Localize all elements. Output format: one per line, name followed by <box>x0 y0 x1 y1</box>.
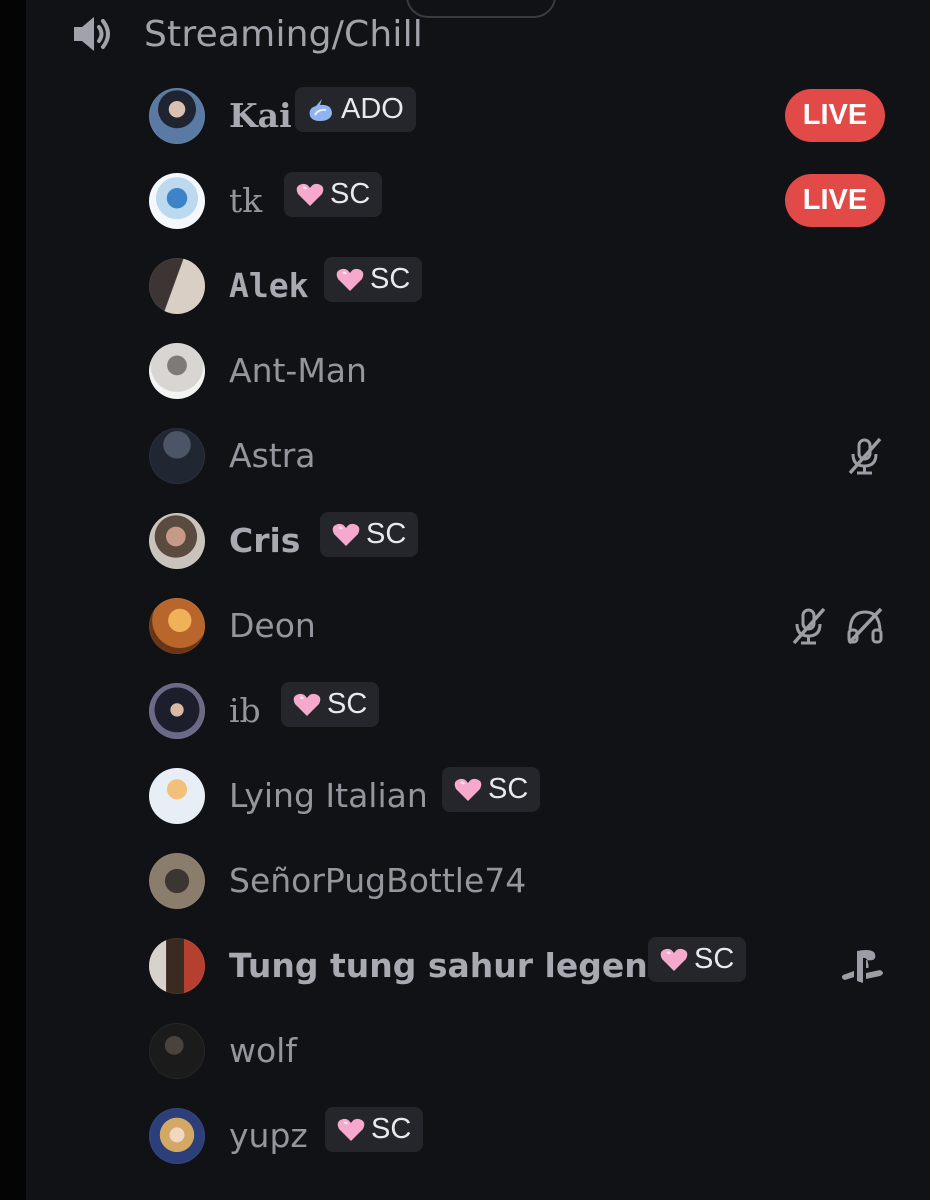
avatar <box>149 1108 205 1164</box>
avatar <box>149 938 205 994</box>
pink-heart-icon <box>452 776 484 804</box>
speaker-icon <box>70 12 118 56</box>
username: SeñorPugBottle74 <box>229 861 527 900</box>
live-badge[interactable]: LIVE <box>785 89 885 142</box>
voice-user-deon[interactable]: Deon <box>0 583 930 668</box>
voice-user-tk[interactable]: tk SC LIVE <box>0 158 930 243</box>
server-tag-label: SC <box>694 943 735 975</box>
username: Deon <box>229 606 316 645</box>
avatar <box>149 428 205 484</box>
avatar <box>149 683 205 739</box>
voice-user-cris[interactable]: Cris SC <box>0 498 930 583</box>
server-tag[interactable]: SC <box>325 1107 424 1152</box>
server-tag-label: SC <box>371 1113 412 1145</box>
avatar <box>149 173 205 229</box>
pink-heart-icon <box>335 1116 367 1144</box>
voice-user-tung-tung-sahur-legend[interactable]: Tung tung sahur legend SC <box>0 923 930 1008</box>
voice-user-alek[interactable]: Alek SC <box>0 243 930 328</box>
channel-name: Streaming/Chill <box>144 13 424 55</box>
username: Alek <box>229 266 309 305</box>
server-tag-label: SC <box>366 518 407 550</box>
avatar <box>149 513 205 569</box>
pink-heart-icon <box>658 946 690 974</box>
voice-user-kai[interactable]: Kai ADO LIVE <box>0 73 930 158</box>
username: Ant-Man <box>229 351 367 390</box>
pink-heart-icon <box>294 181 326 209</box>
pink-heart-icon <box>291 691 323 719</box>
top-pill[interactable] <box>406 0 556 18</box>
server-tag[interactable]: ADO <box>295 87 416 132</box>
username: Astra <box>229 436 316 475</box>
muted-mic-icon <box>789 606 829 646</box>
username: Lying Italian <box>229 776 428 815</box>
avatar <box>149 768 205 824</box>
server-tag-label: SC <box>327 688 368 720</box>
voice-user-lying-italian[interactable]: Lying Italian SC <box>0 753 930 838</box>
avatar <box>149 343 205 399</box>
voice-user-senorpugbottle74[interactable]: SeñorPugBottle74 <box>0 838 930 923</box>
username: Cris <box>229 521 301 560</box>
voice-user-wolf[interactable]: wolf <box>0 1008 930 1093</box>
avatar <box>149 598 205 654</box>
playstation-icon <box>840 946 886 986</box>
avatar <box>149 853 205 909</box>
voice-channel-header[interactable]: Streaming/Chill <box>70 8 423 60</box>
blue-crystal-icon <box>305 96 337 124</box>
server-tag-label: SC <box>370 263 411 295</box>
pink-heart-icon <box>334 266 366 294</box>
username: ib <box>229 691 261 730</box>
server-tag[interactable]: SC <box>320 512 419 557</box>
username: Tung tung sahur legend <box>229 946 672 985</box>
username: tk <box>229 181 263 220</box>
live-badge[interactable]: LIVE <box>785 174 885 227</box>
server-tag[interactable]: SC <box>324 257 423 302</box>
voice-user-ib[interactable]: ib SC <box>0 668 930 753</box>
username: yupz <box>229 1116 308 1155</box>
voice-user-astra[interactable]: Astra <box>0 413 930 498</box>
server-tag-label: SC <box>488 773 529 805</box>
server-tag-label: ADO <box>341 93 404 125</box>
avatar <box>149 258 205 314</box>
deafened-headphones-icon <box>845 606 885 646</box>
avatar <box>149 88 205 144</box>
server-tag[interactable]: SC <box>284 172 383 217</box>
voice-user-ant-man[interactable]: Ant-Man <box>0 328 930 413</box>
username: wolf <box>229 1031 297 1070</box>
avatar <box>149 1023 205 1079</box>
server-tag-label: SC <box>330 178 371 210</box>
username: Kai <box>229 96 292 135</box>
server-tag[interactable]: SC <box>442 767 541 812</box>
server-tag[interactable]: SC <box>648 937 747 982</box>
server-tag[interactable]: SC <box>281 682 380 727</box>
voice-user-yupz[interactable]: yupz SC <box>0 1093 930 1178</box>
voice-user-list: Kai ADO LIVE tk SC LIVE Alek SC Ant-Man … <box>0 73 930 1178</box>
muted-mic-icon <box>845 436 885 476</box>
pink-heart-icon <box>330 521 362 549</box>
